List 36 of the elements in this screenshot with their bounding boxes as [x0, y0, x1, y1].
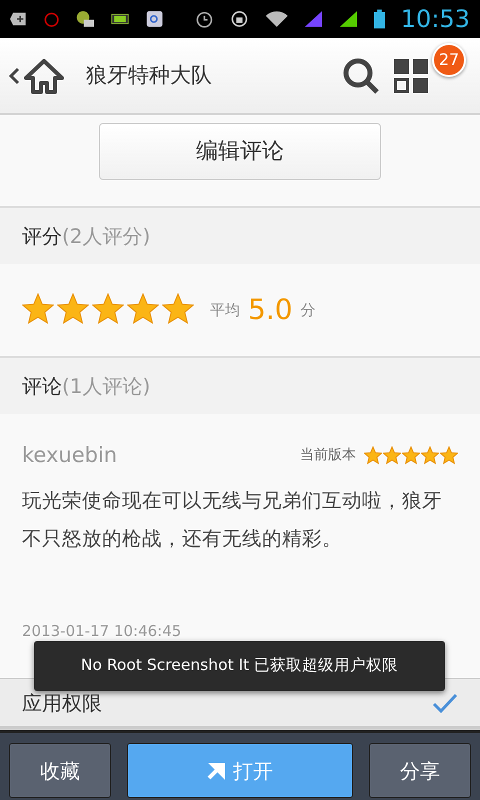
- apps-button[interactable]: [394, 58, 428, 92]
- version-label: 当前版本: [300, 446, 356, 466]
- count-badge: 27: [432, 42, 466, 76]
- add-icon: [10, 10, 28, 28]
- home-icon: [24, 58, 64, 94]
- review-author: kexuebin: [22, 442, 118, 469]
- edit-review-button[interactable]: 编辑评论: [99, 123, 381, 180]
- section-title: 评分: [22, 223, 62, 250]
- action-button[interactable]: 分享: [369, 743, 471, 798]
- app-icon: [146, 8, 164, 30]
- page-title: 狼牙特种大队: [86, 62, 212, 89]
- back-icon: [8, 66, 20, 84]
- permissions-label: 应用权限: [22, 690, 102, 716]
- star-icon: [364, 446, 382, 466]
- average-label: 平均: [210, 300, 240, 321]
- grid-icon: [394, 58, 428, 92]
- battery-icon: [374, 7, 385, 31]
- search-icon: [342, 56, 380, 94]
- star-icon: [440, 446, 458, 466]
- root-toast: No Root Screenshot It 已获取超级用户权限: [34, 641, 445, 691]
- rating-count: (1人评论): [62, 373, 150, 400]
- battery-icon: [111, 11, 130, 27]
- review-date: 2013-01-17 10:46:45: [22, 620, 182, 642]
- average-score: 5.0: [248, 292, 293, 328]
- status-time: 10:53: [400, 4, 470, 35]
- section-title: 评论: [22, 373, 62, 400]
- home-button[interactable]: [8, 58, 64, 94]
- search-button[interactable]: [342, 56, 380, 94]
- star-icon: [383, 446, 401, 466]
- arrow-icon: [207, 762, 225, 780]
- star-icon: [421, 446, 439, 466]
- score-unit: 分: [300, 300, 316, 321]
- rating-count: (2人评分): [62, 223, 150, 250]
- review-text: 玩光荣使命现在可以无线与兄弟们互动啦，狼牙不只怒放的枪战，还有无线的精彩。: [22, 488, 443, 552]
- star-icon: [402, 446, 420, 466]
- action-button[interactable]: 收藏: [9, 743, 111, 798]
